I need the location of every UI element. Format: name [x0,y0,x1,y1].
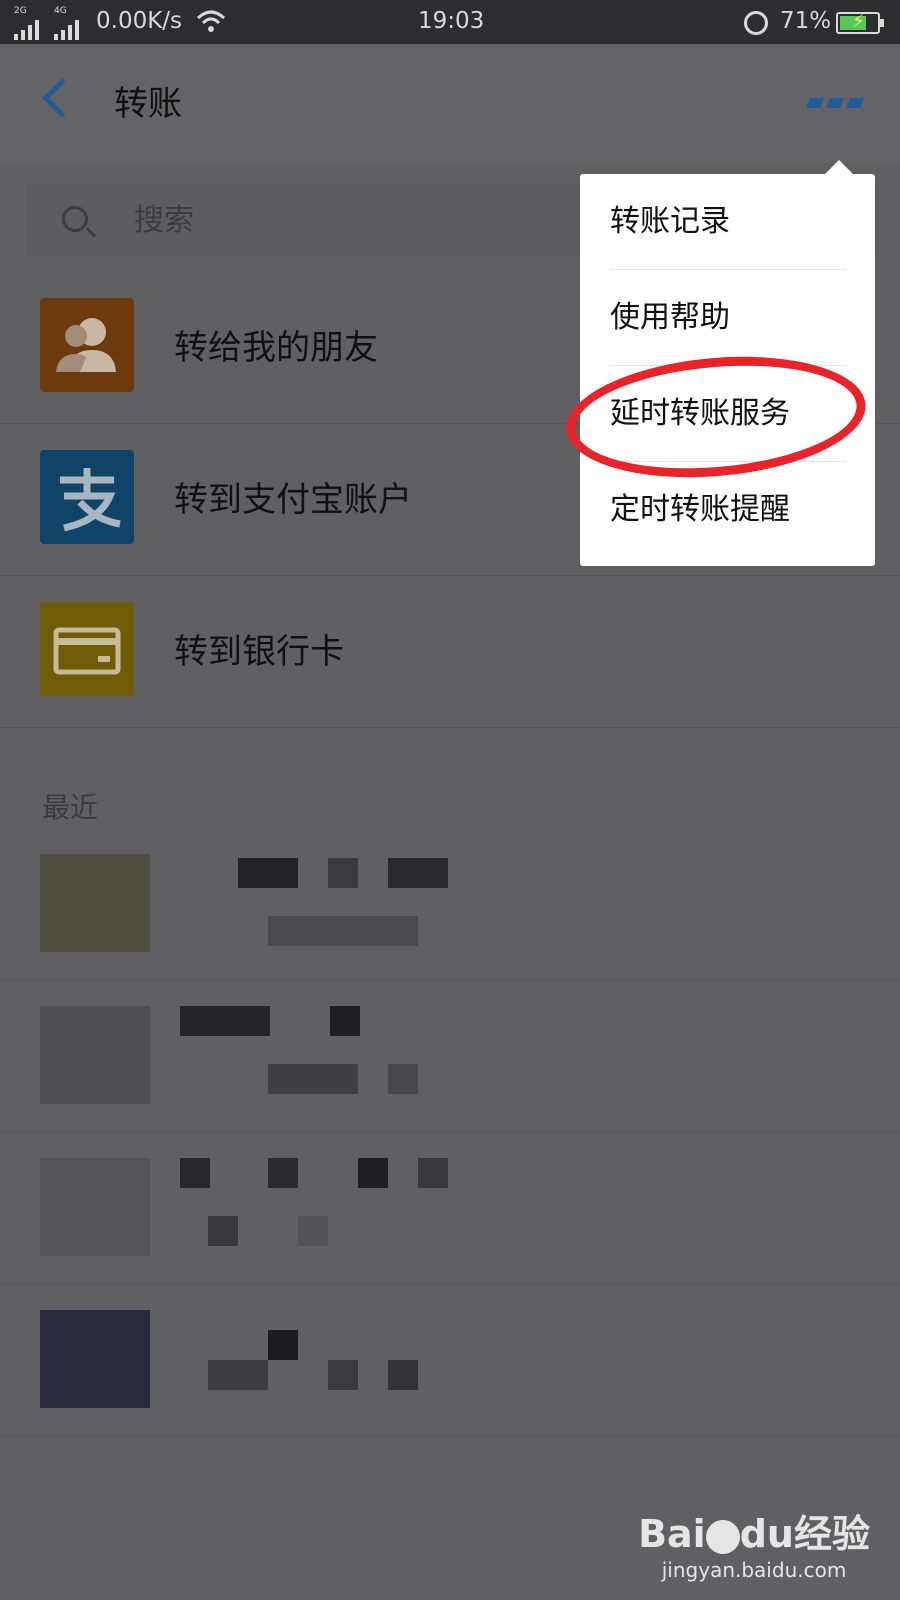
alipay-icon [40,450,134,544]
network-type-label: 4G [54,6,67,16]
avatar [40,1158,150,1256]
search-input[interactable] [134,198,634,242]
watermark-brand-2: du [739,1512,794,1556]
watermark-brand-cn: 经验 [793,1512,870,1556]
search-icon [62,206,88,232]
avatar [40,1006,150,1104]
watermark-brand: Bai [638,1512,706,1556]
option-label: 转到银行卡 [174,632,344,672]
battery-icon: ⚡ [836,11,884,34]
watermark-url: jingyan.baidu.com [661,1558,847,1582]
menu-item-scheduled-reminder[interactable]: 定时转账提醒 [610,462,846,558]
network-speed: 0.00K/s [96,8,183,34]
option-label: 转到支付宝账户 [174,480,412,520]
menu-item-transfer-records[interactable]: 转账记录 [610,174,846,270]
page-title: 转账 [114,84,182,124]
avatar [40,854,150,952]
bank-card-icon [40,602,134,696]
menu-caret [825,160,853,174]
alarm-icon [744,11,768,35]
more-dots-icon[interactable] [806,98,864,108]
recent-contact[interactable] [0,828,900,980]
recent-contact[interactable] [0,1284,900,1436]
clock: 19:03 [418,8,485,34]
status-bar: 2G 4G 0.00K/s 19:03 71% ⚡ [0,0,900,44]
option-label: 转给我的朋友 [174,328,378,368]
baidu-watermark: Bai du经验 jingyan.baidu.com [638,1503,870,1582]
paw-logo-icon [705,1519,740,1554]
friends-icon [40,298,134,392]
menu-item-help[interactable]: 使用帮助 [610,270,846,366]
battery-percentage: 71% [780,8,832,34]
app-header: 转账 [0,44,900,162]
recent-section-label: 最近 [42,791,99,824]
recent-contact[interactable] [0,980,900,1132]
recent-contact[interactable] [0,1132,900,1284]
avatar [40,1310,150,1408]
option-transfer-to-bank-card[interactable]: 转到银行卡 [0,576,900,728]
back-arrow-icon[interactable] [42,78,82,118]
network-type-label: 2G [14,6,27,16]
wifi-icon [196,10,226,32]
